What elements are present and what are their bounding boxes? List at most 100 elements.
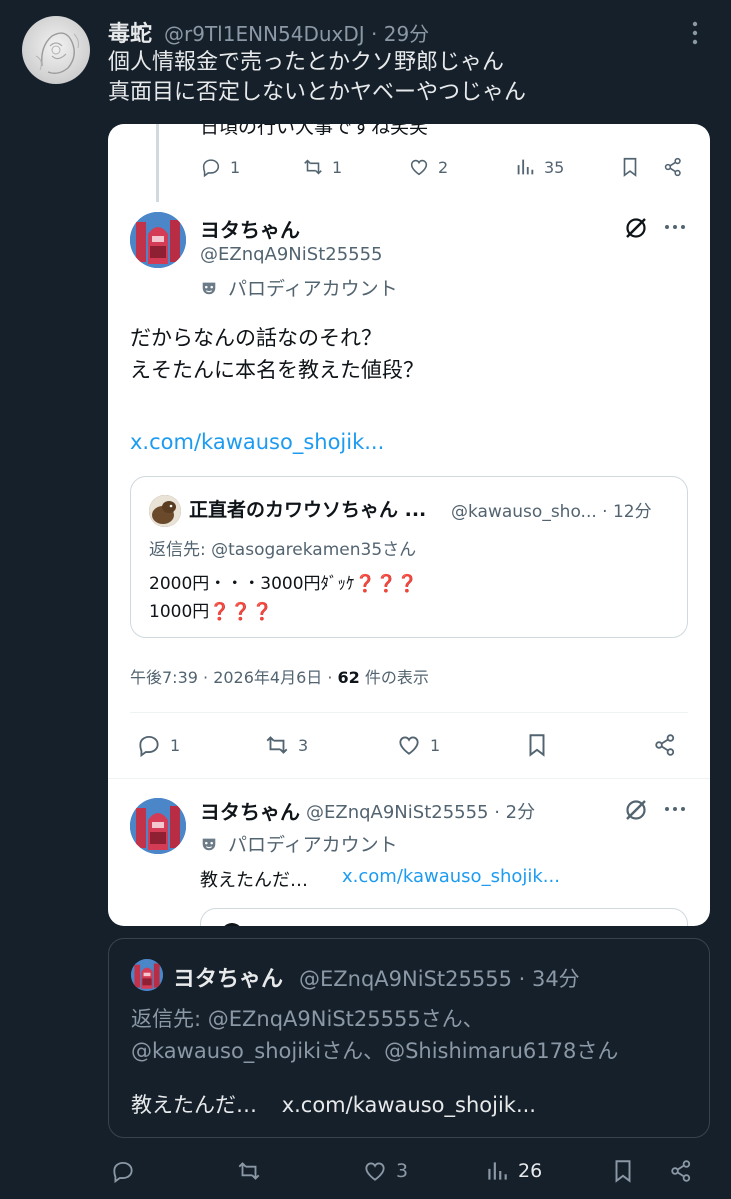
like-count: 2	[438, 157, 449, 177]
views-icon	[488, 1162, 507, 1180]
parody-badge: パロディアカウント	[200, 830, 398, 857]
timestamp-text: 午後7:39 · 2026年4月6日 ·	[130, 668, 338, 687]
reply-count: 1	[230, 157, 241, 177]
like-action[interactable]: 3	[362, 1158, 408, 1184]
main-text-line2: えそたんに本名を教えた値段？	[130, 358, 424, 382]
bookmark-icon	[529, 734, 545, 757]
views-count: 26	[518, 1160, 543, 1182]
post-timestamp[interactable]: 午後7:39 · 2026年4月6日 · 62 件の表示	[130, 664, 429, 688]
reply-post-name[interactable]: ヨタちゃん	[200, 796, 300, 825]
main-post-name[interactable]: ヨタちゃん	[200, 214, 300, 243]
main-text-line1: だからなんの話なのそれ？	[130, 326, 382, 350]
more-horizontal-icon[interactable]	[662, 796, 688, 822]
yota-avatar[interactable]	[130, 798, 186, 854]
sketch-avatar-image	[35, 32, 79, 75]
parody-badge: パロディアカウント	[200, 274, 398, 301]
share-button[interactable]	[662, 156, 684, 178]
retweet-action[interactable]: 3	[264, 732, 308, 758]
yota-avatar[interactable]	[130, 212, 186, 268]
main-post-handle[interactable]: @EZnqA9NiSt25555	[200, 244, 383, 265]
screenshot-card[interactable]: 日頃の行い大事ですね笑笑 1 1 2 35 ヨタちゃん @EZnqA9NiSt2…	[108, 124, 710, 926]
reply-to-line2: @kawauso_shojikiさん、@Shishimaru6178さん	[131, 1039, 619, 1063]
question-mark-icons: ❓❓❓	[354, 574, 419, 594]
bookmark-button[interactable]	[610, 1158, 636, 1184]
bookmark-button[interactable]	[619, 156, 641, 178]
bookmark-icon	[615, 1160, 631, 1183]
reply-post-link[interactable]: x.com/kawauso_shojik...	[342, 866, 560, 887]
more-vertical-icon[interactable]	[688, 20, 702, 46]
quoted-handle-time[interactable]: @kawauso_sho... · 12分	[451, 497, 652, 522]
robot-avatar-image	[130, 798, 186, 854]
like-count: 3	[396, 1160, 409, 1182]
reply-quoted-preview[interactable]	[200, 908, 688, 926]
reply-action[interactable]: 1	[136, 732, 180, 758]
retweet-icon	[266, 736, 288, 754]
quoted-name[interactable]: 正直者のカワウソちゃん ...	[189, 495, 426, 522]
preview-avatar	[221, 923, 243, 926]
heart-icon	[365, 1162, 385, 1181]
quoted-post[interactable]: 正直者のカワウソちゃん ... @kawauso_sho... · 12分 返信…	[130, 476, 688, 638]
otter-avatar-image	[149, 495, 181, 527]
divider	[108, 778, 710, 779]
view-suffix: 件の表示	[359, 668, 429, 687]
reply-post-handle-time[interactable]: @EZnqA9NiSt25555 · 2分	[306, 798, 535, 824]
retweet-action[interactable]: 1	[302, 156, 342, 178]
share-button[interactable]	[652, 732, 678, 758]
reply-icon	[202, 159, 220, 178]
reply-count: 1	[170, 735, 181, 755]
reply-action[interactable]: 1	[200, 156, 240, 178]
outer-avatar[interactable]	[22, 16, 90, 84]
quoted-tweet-card[interactable]: ヨタちゃん @EZnqA9NiSt25555 · 34分 返信先: @EZnqA…	[108, 938, 710, 1138]
otter-avatar	[149, 495, 181, 527]
retweet-icon	[238, 1162, 260, 1180]
outer-text-line2: 真面目に否定しないとかヤベーやつじゃん	[108, 80, 527, 105]
grok-icon[interactable]	[622, 796, 650, 824]
bookmark-button[interactable]	[524, 732, 550, 758]
heart-icon	[399, 736, 419, 755]
outer-display-name[interactable]: 毒蛇	[108, 16, 152, 48]
main-post-link[interactable]: x.com/kawauso_shojik...	[130, 430, 384, 454]
reply-icon	[113, 1161, 133, 1184]
quoted-tweet-name[interactable]: ヨタちゃん	[173, 961, 283, 993]
reply-post-text: 教えたんだ…	[200, 870, 308, 891]
quoted-tweet-handle-time[interactable]: @EZnqA9NiSt25555 · 34分	[299, 963, 580, 993]
more-horizontal-icon[interactable]	[662, 214, 688, 240]
parody-mask-icon	[202, 838, 216, 850]
grok-icon[interactable]	[622, 214, 650, 242]
outer-text-line1: 個人情報金で売ったとかクソ野郎じゃん	[108, 50, 505, 75]
views-icon	[517, 159, 534, 175]
retweet-count: 3	[298, 735, 309, 755]
heart-icon	[410, 159, 428, 176]
quoted-line1: 2000円・・・3000円ﾀﾞｯｹ❓❓❓	[149, 569, 418, 594]
outer-handle-time[interactable]: @r9Tl1ENN54DuxDJ · 29分	[164, 18, 429, 47]
share-button[interactable]	[668, 1158, 694, 1184]
thread-line	[156, 124, 159, 202]
views-count: 35	[544, 157, 565, 177]
share-icon	[655, 734, 675, 756]
views-action[interactable]: 26	[484, 1158, 542, 1184]
share-icon	[671, 1160, 691, 1182]
share-icon	[664, 157, 681, 177]
retweet-action[interactable]	[236, 1158, 270, 1184]
reply-action[interactable]	[110, 1158, 144, 1184]
quoted-line2: 1000円❓❓❓	[149, 597, 273, 622]
robot-avatar-image	[130, 212, 186, 268]
divider	[130, 712, 688, 713]
bookmark-icon	[623, 157, 637, 177]
like-count: 1	[430, 735, 441, 755]
views-action[interactable]: 35	[514, 156, 564, 178]
quoted-line1-text: 2000円・・・3000円ﾀﾞｯｹ	[149, 574, 355, 594]
quoted-reply-to: 返信先: @tasogarekamen35さん	[149, 540, 417, 560]
like-action[interactable]: 1	[396, 732, 440, 758]
parody-label: パロディアカウント	[228, 834, 398, 856]
retweet-icon	[304, 159, 322, 175]
outer-tweet-text: 個人情報金で売ったとかクソ野郎じゃん 真面目に否定しないとかヤベーやつじゃん	[108, 48, 526, 108]
quoted-tweet-body: 教えたんだ…	[131, 1093, 257, 1117]
reply-to-line1: 返信先: @EZnqA9NiSt25555さん、	[131, 1007, 484, 1031]
quoted-tweet-link[interactable]: x.com/kawauso_shojik...	[282, 1093, 536, 1117]
yota-avatar	[131, 959, 163, 991]
like-action[interactable]: 2	[408, 156, 448, 178]
parody-mask-icon	[202, 282, 216, 294]
quoted-tweet-text: 教えたんだ… x.com/kawauso_shojik...	[131, 1089, 536, 1119]
question-mark-icons: ❓❓❓	[209, 602, 273, 622]
